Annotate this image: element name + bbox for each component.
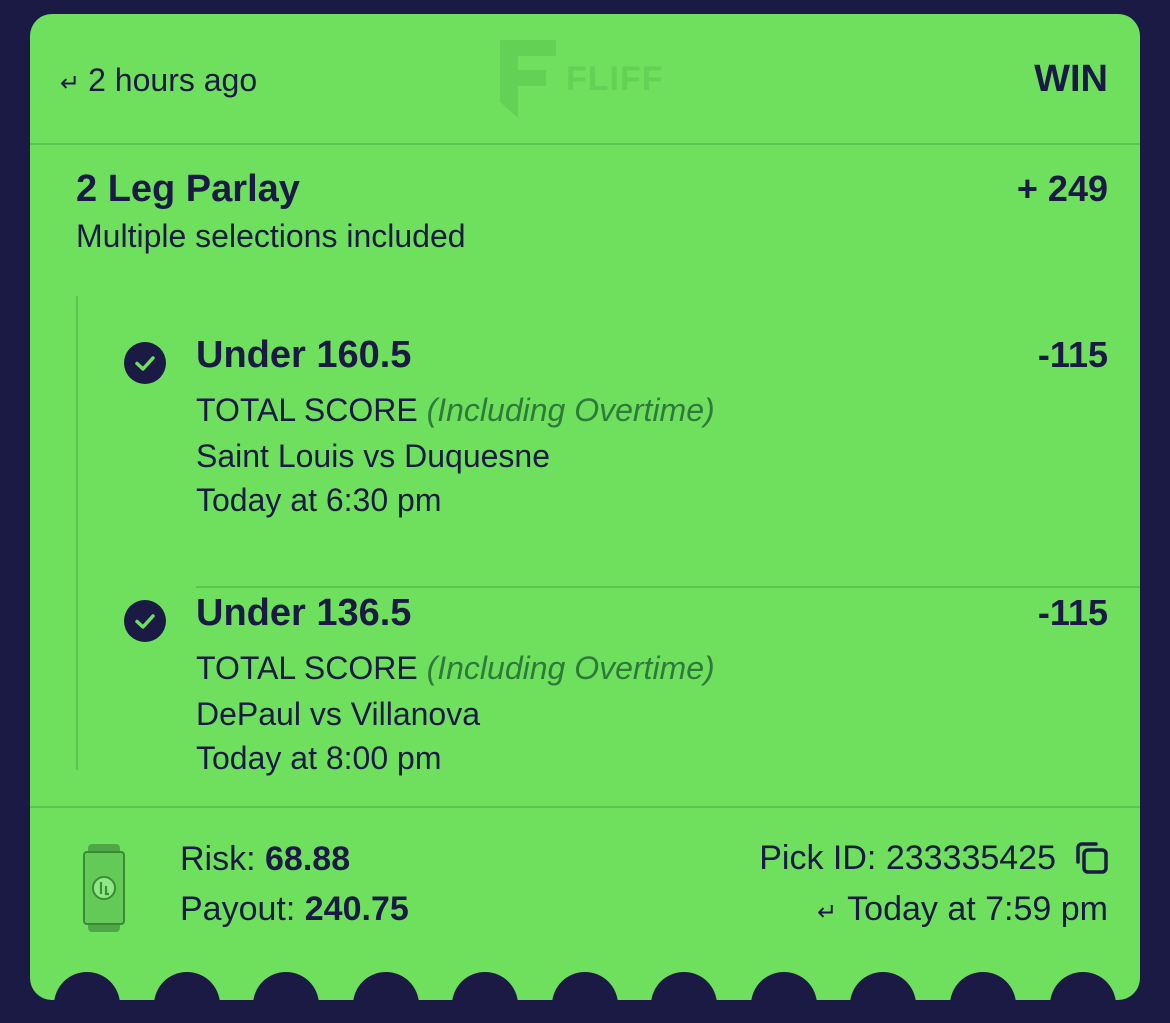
leg-market-note: (Including Overtime) [426,392,715,428]
payout-label: Payout: [180,890,296,928]
perforation-notch [154,972,220,1000]
perforation-notch [552,972,618,1000]
ticket-footer: Risk: 68.88 Payout: 240.75 Pick ID: 2333… [30,806,1140,1000]
leg-odds: -115 [1037,334,1108,375]
bet-result: WIN [1034,58,1108,100]
leg-market: TOTAL SCORE (Including Overtime) [196,650,715,687]
pick-id-label: Pick ID: [759,838,877,877]
perforation-notch [850,972,916,1000]
leg-matchup: Saint Louis vs Duquesne [196,438,550,474]
time-ago: ↵ 2 hours ago [60,62,257,99]
ticket-header: ↵ 2 hours ago FLIFF WIN [30,14,1140,145]
leg-title: Under 136.5 [196,592,412,634]
risk-value: 68.88 [265,840,351,878]
logo-text: FLIFF [566,59,664,98]
risk-amount: Risk: 68.88 [180,840,350,879]
perforation-notch [950,972,1016,1000]
perforation-notch [452,972,518,1000]
leg-market: TOTAL SCORE (Including Overtime) [196,392,715,429]
leg-market-label: TOTAL SCORE [196,650,418,686]
leg-time: Today at 6:30 pm [196,482,442,518]
leg-odds: -115 [1037,592,1108,633]
payout-amount: Payout: 240.75 [180,890,409,929]
placed-time: ↵ Today at 7:59 pm [817,890,1108,929]
perforation-notch [54,972,120,1000]
leg-time: Today at 8:00 pm [196,740,442,776]
cash-icon [83,844,125,932]
leg-matchup: DePaul vs Villanova [196,696,481,732]
perforation-notch [253,972,319,1000]
return-arrow-icon: ↵ [60,70,81,97]
payout-value: 240.75 [304,890,409,928]
pick-id: Pick ID: 233335425 [759,838,1112,878]
parlay-title: 2 Leg Parlay [76,168,300,210]
perforation-notch [1050,972,1116,1000]
placed-time-text: Today at 7:59 pm [847,890,1108,928]
fliff-logo: FLIFF [500,40,664,118]
time-ago-text: 2 hours ago [88,62,258,98]
leg-divider [196,586,1140,588]
fliff-logo-icon [500,40,556,118]
parlay-legs: Under 160.5 -115 TOTAL SCORE (Including … [76,296,1140,776]
parlay-subtitle: Multiple selections included [76,218,466,254]
risk-label: Risk: [180,840,256,878]
perforation-notch [651,972,717,1000]
check-circle-icon [124,600,166,642]
parlay-odds: + 249 [1016,168,1108,209]
leg-title: Under 160.5 [196,334,412,376]
perforation-notch [353,972,419,1000]
pick-id-value: 233335425 [885,838,1056,877]
check-circle-icon [124,342,166,384]
leg-market-label: TOTAL SCORE [196,392,418,428]
copy-icon[interactable] [1072,838,1112,878]
leg-market-note: (Including Overtime) [426,650,715,686]
ticket-perforations [30,972,1140,1000]
return-arrow-icon: ↵ [817,899,838,926]
bet-ticket: ↵ 2 hours ago FLIFF WIN 2 Leg Parlay + 2… [30,14,1140,1000]
perforation-notch [751,972,817,1000]
